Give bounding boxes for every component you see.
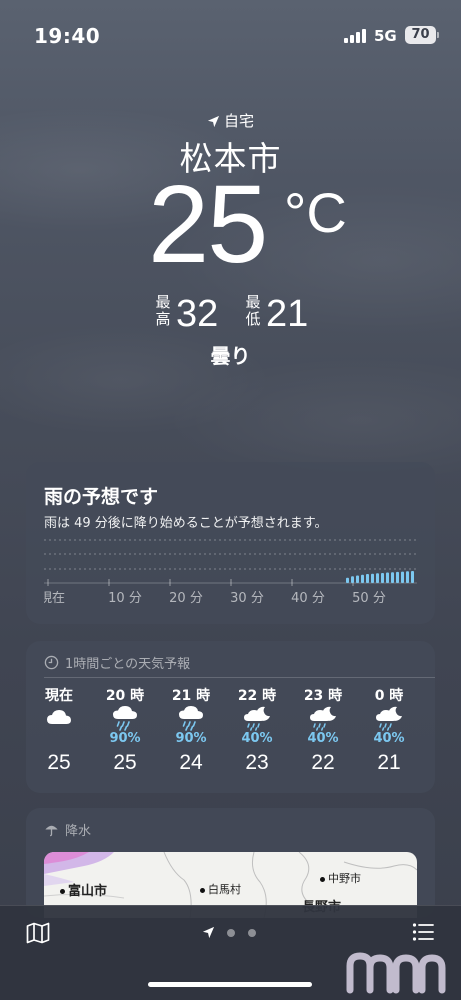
weather-condition: 曇り (210, 344, 251, 368)
hour-pop: 40% (373, 731, 405, 746)
temperature-unit: °C (284, 181, 347, 244)
low-temperature: 21 (266, 293, 309, 335)
hourly-header: 1時間ごとの天気予報 (44, 653, 190, 672)
low-label-1: 最 (245, 293, 261, 311)
rain-cloud-icon (179, 706, 203, 731)
hour-time: 21 時 (171, 688, 211, 704)
high-label-1: 最 (155, 293, 171, 311)
hour-temp: 25 (113, 751, 137, 774)
low-label-2: 低 (245, 310, 261, 328)
hourly-header-label: 1時間ごとの天気予報 (65, 657, 191, 672)
hour-item-23: 23 時 40% 22 (290, 685, 356, 781)
rain-intensity-bar (396, 571, 399, 583)
hour-item-0: 0 時 40% 21 (356, 685, 422, 781)
list-icon[interactable] (412, 922, 434, 942)
rain-forecast-card[interactable]: 雨の予想です 雨は 49 分後に降り始めることが予想されます。 現在 10 分 20… (26, 462, 435, 624)
hour-temp: 21 (377, 751, 401, 774)
rain-intensity-bar (401, 571, 404, 583)
hour-temp: 23 (245, 751, 269, 774)
chart-axis-label: 50 分 (352, 591, 386, 606)
hour-item-20: 20 時 90% 25 (92, 685, 158, 781)
current-temperature: 25 (148, 163, 268, 286)
chart-axis-label: 現在 (44, 591, 65, 606)
rain-intensity-bar (361, 574, 364, 583)
hour-item-now: 現在 25 (26, 685, 92, 781)
rain-intensity-bar (381, 572, 384, 583)
battery-tip (437, 32, 439, 38)
divider (44, 677, 435, 678)
map-icon[interactable] (26, 922, 50, 944)
precipitation-header-label: 降水 (65, 824, 92, 839)
hour-item-21: 21 時 90% 24 (158, 685, 224, 781)
rain-intensity-bar (386, 572, 389, 583)
network-type: 5G (374, 27, 397, 45)
hour-pop: 40% (241, 731, 273, 746)
chart-axis-label: 20 分 (169, 591, 203, 606)
rain-forecast-description: 雨は 49 分後に降り始めることが予想されます。 (44, 516, 328, 531)
chart-axis-label: 30 分 (230, 591, 264, 606)
chart-axis-label: 40 分 (291, 591, 325, 606)
rain-intensity-bar (376, 573, 379, 583)
hour-time: 22 時 (237, 688, 277, 704)
hour-temp: 22 (311, 751, 335, 774)
map-place-toyama: 富山市 (60, 880, 107, 899)
rain-intensity-bar (366, 574, 369, 583)
hour-item-22: 22 時 40% 23 (224, 685, 290, 781)
hour-time: 0 時 (374, 688, 404, 704)
status-bar: 19:40 5G 70 (0, 0, 461, 70)
cloud-icon (47, 710, 71, 724)
rain-intensity-bar (346, 577, 349, 583)
hour-time: 20 時 (105, 688, 145, 704)
rain-intensity-bar (356, 575, 359, 583)
umbrella-icon (45, 825, 58, 837)
hour-time: 現在 (45, 688, 73, 704)
page-indicator[interactable] (202, 926, 262, 940)
hour-pop: 90% (175, 731, 207, 746)
hour-time: 23 時 (303, 688, 343, 704)
clock-icon (44, 655, 59, 670)
home-indicator[interactable] (148, 982, 312, 987)
hourly-list: 現在 25 20 時 90% 25 21 時 90% 24 22 時 40% 2… (26, 685, 435, 785)
hourly-forecast-card[interactable]: 1時間ごとの天気予報 現在 25 20 時 90% 25 21 時 90% 24… (26, 641, 435, 793)
moon-rain-icon (376, 706, 402, 731)
hour-pop: 90% (109, 731, 141, 746)
watermark-logo (346, 952, 446, 994)
rain-forecast-title: 雨の予想です (44, 486, 159, 508)
location-label: 自宅 (223, 112, 254, 130)
current-location-icon (202, 926, 215, 939)
location-label-row: 自宅 (0, 110, 461, 131)
moon-rain-icon (310, 706, 336, 731)
rain-cloud-icon (113, 706, 137, 731)
hour-temp: 25 (47, 751, 71, 774)
precipitation-card[interactable]: 降水 富山市 白馬村 中野市 長野市 (26, 808, 435, 918)
page-dot (227, 929, 235, 937)
map-place-nakano: 中野市 (320, 870, 361, 886)
hour-pop: 40% (307, 731, 339, 746)
chart-axis-label: 10 分 (108, 591, 142, 606)
rain-intensity-chart: 現在 10 分 20 分 30 分 40 分 50 分 (44, 539, 417, 606)
high-temperature: 32 (176, 293, 219, 335)
hour-temp: 24 (179, 751, 203, 774)
rain-intensity-bar (391, 572, 394, 583)
location-arrow-icon (207, 115, 220, 128)
moon-rain-icon (244, 706, 270, 731)
rain-intensity-bar (406, 571, 409, 583)
battery-icon: 70 (405, 26, 436, 44)
high-label-2: 高 (155, 310, 171, 328)
rain-intensity-bar (371, 573, 374, 583)
rain-intensity-bar (351, 576, 354, 583)
status-time: 19:40 (34, 24, 101, 48)
page-dot (248, 929, 256, 937)
map-place-hakuba: 白馬村 (200, 881, 241, 897)
precipitation-header: 降水 (44, 820, 91, 839)
high-low-temps: 最 高 32 最 低 21 (154, 292, 324, 336)
rain-intensity-bar (411, 571, 414, 583)
signal-icon (344, 29, 368, 43)
